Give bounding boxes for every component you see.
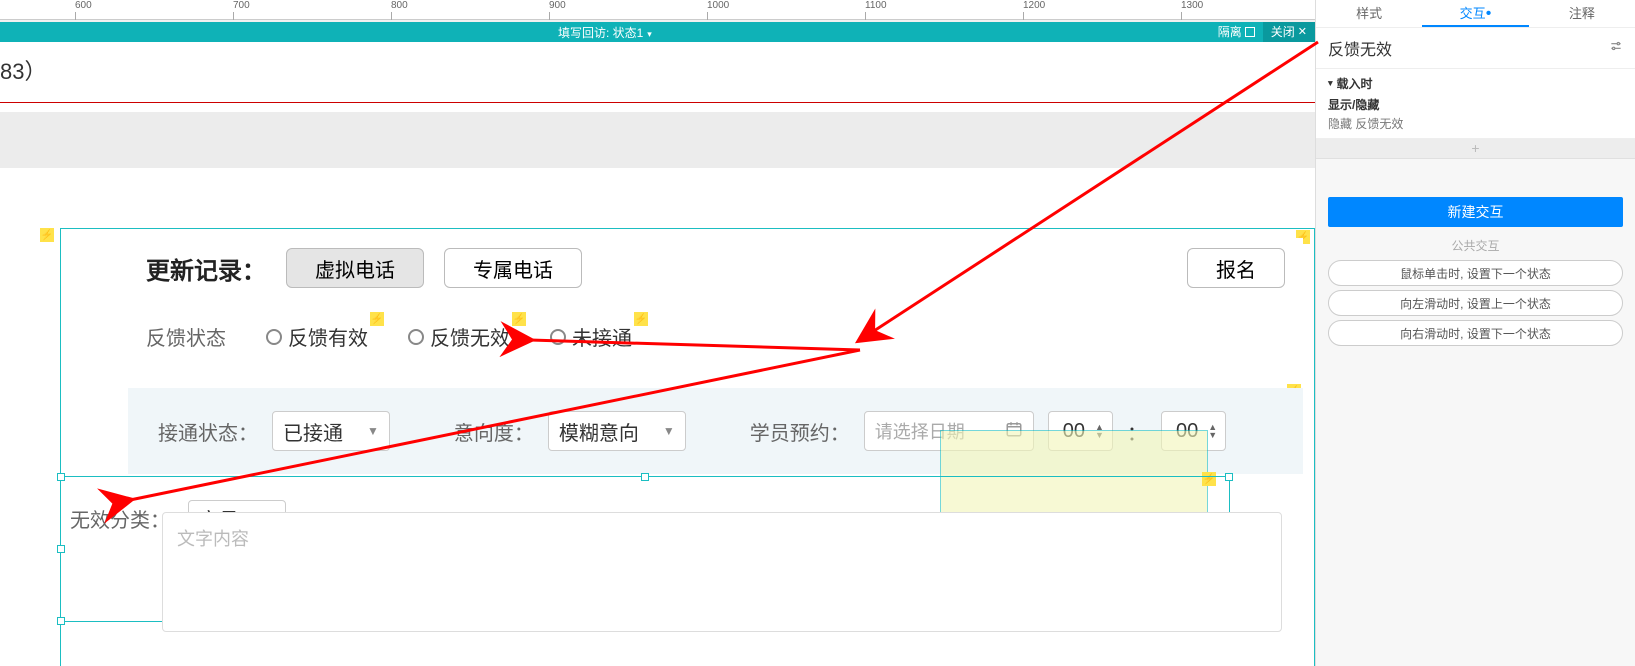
not-answered-radio[interactable]: 未接通⚡ — [550, 322, 632, 351]
tab-interactions[interactable]: 交互• — [1422, 0, 1528, 27]
preset-click-next-state[interactable]: 鼠标单击时, 设置下一个状态 — [1328, 260, 1623, 286]
preset-swipe-left-prev[interactable]: 向左滑动时, 设置上一个状态 — [1328, 290, 1623, 316]
connection-status-select[interactable]: 已接通▼ — [272, 411, 390, 451]
interaction-marker-icon: ⚡ — [40, 228, 54, 242]
content-textarea[interactable]: 文字内容 — [162, 512, 1282, 632]
add-action-bar[interactable]: + — [1316, 139, 1635, 159]
tab-notes[interactable]: 注释 — [1529, 0, 1635, 27]
close-panel-button[interactable]: 关闭✕ — [1263, 22, 1315, 42]
new-interaction-button[interactable]: 新建交互 — [1328, 197, 1623, 227]
interaction-event-block[interactable]: 载入时 显示/隐藏 隐藏 反馈无效 — [1316, 69, 1635, 139]
ruler-mark: 1200 — [1023, 0, 1045, 11]
inspector-tabs: 样式 交互• 注释 — [1316, 0, 1635, 28]
preset-swipe-right-next[interactable]: 向右滑动时, 设置下一个状态 — [1328, 320, 1623, 346]
ruler-mark: 800 — [391, 0, 408, 11]
ruler-mark: 700 — [233, 0, 250, 11]
ruler-mark: 900 — [549, 0, 566, 11]
state-dropdown[interactable]: 填写回访: 状态1 — [0, 24, 1210, 41]
truncated-text: 83） — [0, 54, 46, 86]
update-record-heading: 更新记录： — [146, 251, 266, 286]
chevron-down-icon: ▼ — [663, 424, 675, 438]
horizontal-ruler: 600 700 800 900 1000 1100 1200 1300 — [0, 0, 1315, 20]
spinner-icon: ▲▼ — [1208, 423, 1217, 439]
intent-select[interactable]: 模糊意向▼ — [548, 411, 686, 451]
feedback-invalid-radio[interactable]: 反馈无效⚡ — [408, 322, 510, 351]
interaction-marker-icon: ⚡ — [634, 312, 648, 326]
inspector-panel: 样式 交互• 注释 反馈无效 载入时 显示/隐藏 隐藏 反馈无效 + 新建交互 … — [1315, 0, 1635, 666]
close-icon: ✕ — [1298, 22, 1307, 42]
feedback-valid-radio[interactable]: 反馈有效⚡ — [266, 322, 368, 351]
isolate-button[interactable]: 隔离 — [1210, 22, 1263, 42]
event-onload-title[interactable]: 载入时 — [1328, 75, 1623, 92]
virtual-phone-button[interactable]: 虚拟电话 — [286, 248, 424, 288]
chevron-down-icon: ▼ — [367, 424, 379, 438]
invalid-category-label: 无效分类： — [70, 504, 170, 533]
action-target[interactable]: 隐藏 反馈无效 — [1328, 115, 1623, 132]
intent-label: 意向度： — [454, 417, 534, 446]
ruler-mark: 1000 — [707, 0, 729, 11]
settings-sliders-icon[interactable] — [1609, 39, 1623, 58]
interaction-marker-icon: ⚡ — [370, 312, 384, 326]
feedback-status-label: 反馈状态 — [146, 322, 226, 351]
signup-button[interactable]: 报名 — [1187, 248, 1285, 288]
ruler-mark: 1100 — [865, 0, 887, 11]
background-band — [0, 112, 1315, 168]
appointment-label: 学员预约： — [750, 417, 850, 446]
component-name-field[interactable]: 反馈无效 — [1316, 28, 1635, 69]
public-interactions-label: 公共交互 — [1316, 237, 1635, 254]
dynamic-panel-state-bar: 填写回访: 状态1 隔离 关闭✕ — [0, 22, 1315, 42]
ruler-mark: 600 — [75, 0, 92, 11]
tab-style[interactable]: 样式 — [1316, 0, 1422, 27]
interaction-marker-icon: ⚡ — [512, 312, 526, 326]
design-canvas[interactable]: 83） ⚡ ⚡ 更新记录： 虚拟电话 专属电话 报名 反馈状态 反馈有效⚡ 反馈… — [0, 42, 1315, 666]
private-phone-button[interactable]: 专属电话 — [444, 248, 582, 288]
guide-line — [0, 102, 1315, 103]
isolate-icon — [1245, 27, 1255, 37]
form-card: 更新记录： 虚拟电话 专属电话 报名 反馈状态 反馈有效⚡ 反馈无效⚡ 未接通⚡ — [128, 238, 1303, 361]
ruler-mark: 1300 — [1181, 0, 1203, 11]
action-show-hide[interactable]: 显示/隐藏 — [1328, 92, 1623, 115]
connection-status-label: 接通状态： — [158, 417, 258, 446]
